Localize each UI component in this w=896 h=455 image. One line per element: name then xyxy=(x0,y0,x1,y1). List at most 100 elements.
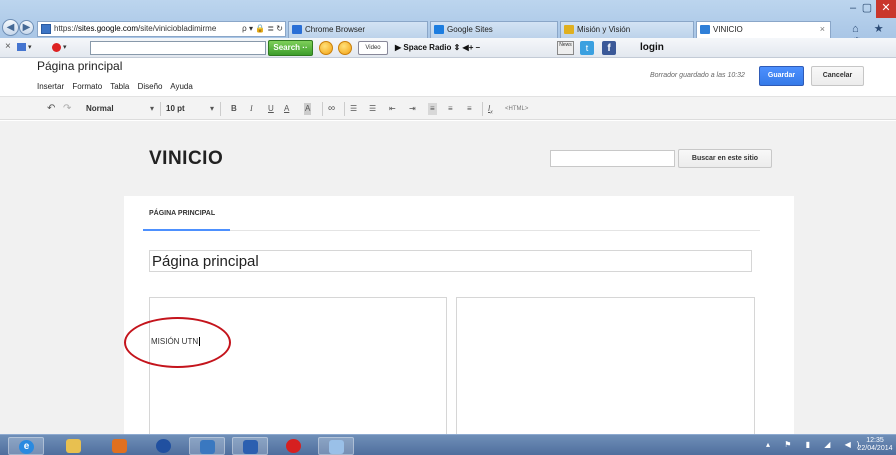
taskbar-clock[interactable]: 12:35 22/04/2014 xyxy=(856,437,894,453)
align-center-icon[interactable]: ≡ xyxy=(448,103,453,115)
right-column-editor[interactable] xyxy=(456,297,755,439)
smiley-icon[interactable] xyxy=(338,41,352,55)
taskbar-paint[interactable] xyxy=(318,437,354,455)
toolbar-divider xyxy=(322,102,323,116)
underline-button[interactable]: U xyxy=(268,103,274,115)
window-close-button[interactable]: ✕ xyxy=(876,0,896,18)
tab-close-icon[interactable]: × xyxy=(820,22,825,37)
menu-formato[interactable]: Formato xyxy=(72,82,102,91)
align-right-icon[interactable]: ≡ xyxy=(467,103,472,115)
chrome-browser-tab-icon xyxy=(292,25,302,34)
flag-icon xyxy=(17,43,26,51)
taskbar-media[interactable] xyxy=(146,437,182,455)
nav-tab-home[interactable]: PÁGINA PRINCIPAL xyxy=(149,210,215,217)
back-button[interactable]: ◀ xyxy=(2,19,19,36)
toolbar-search-button[interactable]: Search ·· xyxy=(268,40,313,56)
tab-label: Misión y Visión xyxy=(577,25,631,34)
editor-menu: Insertar Formato Tabla Diseño Ayuda xyxy=(37,82,199,91)
tab-label: Chrome Browser xyxy=(305,25,366,34)
text-color-button[interactable]: A xyxy=(284,103,289,115)
tab-chrome-browser[interactable]: Chrome Browser xyxy=(288,21,428,38)
flag-dropdown[interactable]: ▾ xyxy=(17,43,35,53)
taskbar-app[interactable] xyxy=(102,437,138,455)
windows-taskbar: e ▴ ⚑ ▮ ◢ ◀) 12:35 22/04/2014 xyxy=(0,434,896,455)
bulleted-list-icon[interactable]: ☰ xyxy=(369,103,376,115)
style-select[interactable]: Normal xyxy=(86,103,114,115)
window-maximize-button[interactable]: ▢ xyxy=(858,0,876,18)
italic-button[interactable]: I xyxy=(250,103,253,115)
menu-tabla[interactable]: Tabla xyxy=(110,82,129,91)
smiley-icon[interactable] xyxy=(319,41,333,55)
red-circle-icon xyxy=(52,43,61,52)
page-heading-field[interactable]: Página principal xyxy=(149,250,752,272)
clock-app-icon xyxy=(200,440,215,454)
size-dropdown-icon[interactable]: ▾ xyxy=(210,103,214,115)
html-button[interactable]: <HTML> xyxy=(505,103,528,115)
redo-icon[interactable]: ↷ xyxy=(63,103,71,115)
menu-diseno[interactable]: Diseño xyxy=(138,82,163,91)
style-dropdown-icon[interactable]: ▾ xyxy=(150,103,154,115)
save-button[interactable]: Guardar xyxy=(759,66,804,86)
taskbar-opera[interactable] xyxy=(276,437,312,455)
clear-format-subscript: x xyxy=(490,109,493,116)
align-left-icon[interactable]: ≡ xyxy=(428,103,437,115)
menu-ayuda[interactable]: Ayuda xyxy=(170,82,193,91)
vinicio-tab-icon xyxy=(700,25,710,34)
menu-insertar[interactable]: Insertar xyxy=(37,82,64,91)
editor-header: Página principal Insertar Formato Tabla … xyxy=(0,58,896,96)
undo-icon[interactable]: ↶ xyxy=(47,103,55,115)
numbered-list-icon[interactable]: ☰ xyxy=(350,103,357,115)
site-search-input[interactable] xyxy=(550,150,675,167)
address-host: sites.google.com xyxy=(78,24,139,33)
toolbar-search-input[interactable] xyxy=(90,41,266,55)
taskbar-clock-app[interactable] xyxy=(189,437,225,455)
clock-time: 12:35 xyxy=(866,437,884,444)
indent-icon[interactable]: ⇥ xyxy=(409,103,416,115)
link-icon[interactable]: ∞ xyxy=(328,103,335,115)
internet-explorer-icon: e xyxy=(19,440,34,454)
app-grid-icon xyxy=(112,439,127,453)
nav-divider xyxy=(230,230,760,231)
taskbar-explorer[interactable] xyxy=(56,437,92,455)
site-title: VINICIO xyxy=(149,148,224,169)
tab-google-sites[interactable]: Google Sites xyxy=(430,21,558,38)
outdent-icon[interactable]: ⇤ xyxy=(389,103,396,115)
opera-icon xyxy=(286,439,301,453)
login-link[interactable]: login xyxy=(640,41,664,55)
browser-title-bar: ◀ ▶ https://sites.google.com/site/vinici… xyxy=(0,0,896,48)
news-button[interactable]: News xyxy=(557,41,574,55)
address-bar[interactable]: https://sites.google.com/site/viniciobla… xyxy=(37,21,286,37)
red-dropdown[interactable]: ▾ xyxy=(52,43,70,53)
highlight-color-button[interactable]: A xyxy=(304,103,312,115)
facebook-icon[interactable]: f xyxy=(602,41,616,55)
tab-vinicio[interactable]: VINICIO × xyxy=(696,21,831,38)
annotation-circle xyxy=(124,317,231,368)
google-sites-tab-icon xyxy=(434,25,444,34)
mision-vision-tab-icon xyxy=(564,25,574,34)
tab-mision-vision[interactable]: Misión y Visión xyxy=(560,21,694,38)
taskbar-word[interactable] xyxy=(232,437,268,455)
taskbar-ie[interactable]: e xyxy=(8,437,44,455)
space-radio-control[interactable]: ▶ Space Radio ⇕ ◀+ – xyxy=(395,41,480,55)
forward-button[interactable]: ▶ xyxy=(19,20,34,35)
video-button[interactable]: Video xyxy=(358,41,388,55)
twitter-icon[interactable]: t xyxy=(580,41,594,55)
clear-format-icon[interactable]: Ix xyxy=(488,103,493,119)
toolbar-divider xyxy=(482,102,483,116)
folder-icon xyxy=(66,439,81,453)
cancel-button[interactable]: Cancelar xyxy=(811,66,864,86)
address-controls[interactable]: ρ ▾ 🔒 ≣ ↻ xyxy=(240,22,283,36)
toolbar-close-icon[interactable]: × xyxy=(5,41,11,52)
font-size-select[interactable]: 10 pt xyxy=(166,103,185,115)
screen: ◀ ▶ https://sites.google.com/site/vinici… xyxy=(0,0,896,455)
system-tray-icons[interactable]: ▴ ⚑ ▮ ◢ ◀) xyxy=(766,440,865,449)
addon-toolbar: × ▾ ▾ Search ·· Video ▶ Space Radio ⇕ ◀+… xyxy=(0,38,896,58)
site-search-button[interactable]: Buscar en este sitio xyxy=(678,149,772,168)
page-title: Página principal xyxy=(37,59,123,73)
media-player-icon xyxy=(156,439,171,453)
clock-date: 22/04/2014 xyxy=(857,445,893,452)
draft-status: Borrador guardado a las 10:32 xyxy=(650,72,745,79)
nav-tab-underline xyxy=(143,229,230,231)
bold-button[interactable]: B xyxy=(231,103,237,115)
tab-label: VINICIO xyxy=(713,25,743,34)
